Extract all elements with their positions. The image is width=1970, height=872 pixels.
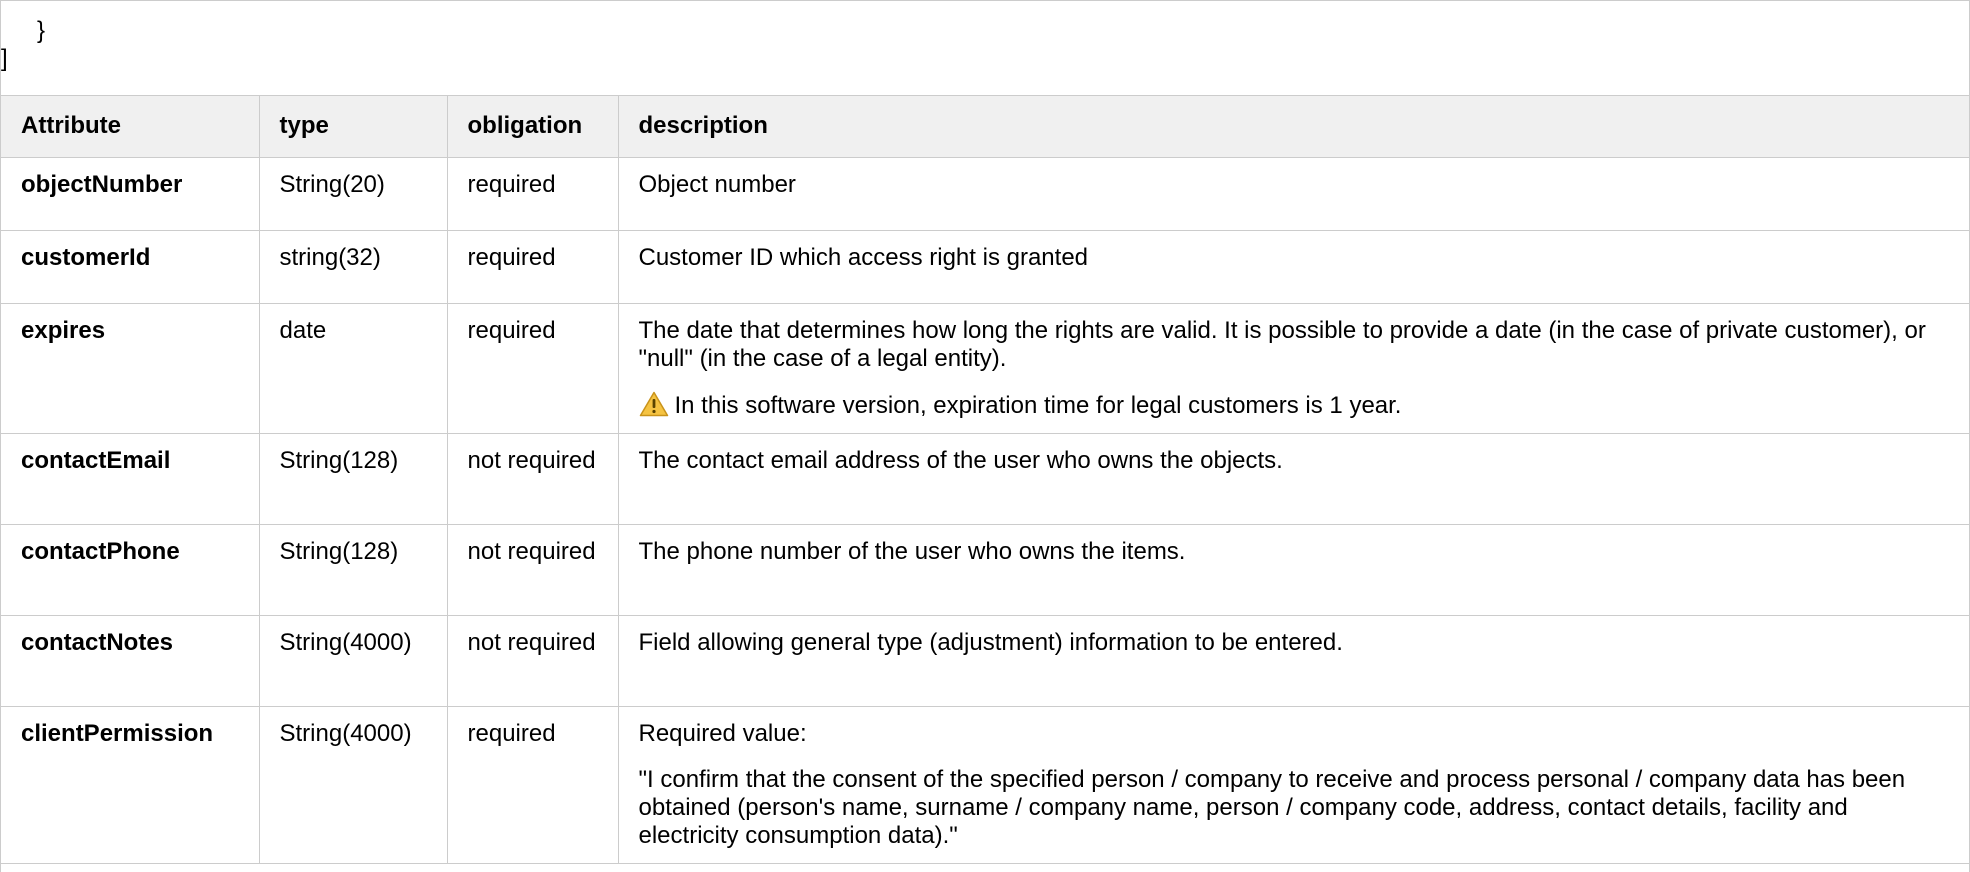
attribute-cell: expires [1, 302, 260, 434]
obligation-cell: not required [446, 432, 619, 525]
code-closing-bracket: ] [1, 45, 8, 72]
obligation-cell: not required [446, 523, 619, 616]
table-row: expires date required The date that dete… [1, 302, 1969, 434]
warning-icon [639, 391, 668, 416]
description-cell: Customer ID which access right is grante… [617, 229, 1969, 304]
description-text: The phone number of the user who owns th… [638, 537, 1186, 565]
header-attribute: Attribute [1, 96, 260, 158]
description-cell: The phone number of the user who owns th… [617, 523, 1969, 616]
header-description: description [617, 96, 1969, 158]
description-text: The contact email address of the user wh… [638, 446, 1283, 474]
type-cell: String(4000) [258, 705, 448, 864]
obligation-cell: required [446, 302, 619, 434]
code-closing-brace: } [37, 17, 46, 44]
attributes-table: Attribute type obligation description ob… [1, 96, 1969, 864]
obligation-cell: not required [446, 614, 619, 707]
table-row: contactNotes String(4000) not required F… [1, 614, 1969, 707]
description-cell: Required value: "I confirm that the cons… [617, 705, 1969, 864]
attribute-cell: objectNumber [1, 156, 260, 231]
warning-text: In this software version, expiration tim… [674, 391, 1402, 419]
code-block-tail: }] [1, 1, 1969, 96]
description-text: Required value: [638, 719, 807, 747]
description-cell: Object number [617, 156, 1969, 231]
type-cell: String(128) [258, 523, 448, 616]
header-type: type [258, 96, 448, 158]
obligation-cell: required [446, 156, 619, 231]
table-row: objectNumber String(20) required Object … [1, 156, 1969, 231]
obligation-cell: required [446, 229, 619, 304]
description-cell: Field allowing general type (adjustment)… [617, 614, 1969, 707]
type-cell: String(128) [258, 432, 448, 525]
attribute-cell: clientPermission [1, 705, 260, 864]
warning-note: In this software version, expiration tim… [639, 391, 1950, 420]
description-cell: The date that determines how long the ri… [617, 302, 1969, 434]
description-text: Object number [638, 170, 796, 198]
document-page: }] Attribute type obligation description… [0, 0, 1970, 872]
obligation-cell: required [446, 705, 619, 864]
header-obligation: obligation [446, 96, 619, 158]
type-cell: String(4000) [258, 614, 448, 707]
attribute-cell: contactPhone [1, 523, 260, 616]
description-text: The date that determines how long the ri… [638, 316, 1926, 372]
attribute-cell: contactNotes [1, 614, 260, 707]
description-text: Field allowing general type (adjustment)… [638, 628, 1343, 656]
type-cell: string(32) [258, 229, 448, 304]
description-cell: The contact email address of the user wh… [617, 432, 1969, 525]
attribute-cell: contactEmail [1, 432, 260, 525]
table-header-row: Attribute type obligation description [1, 96, 1969, 158]
attribute-cell: customerId [1, 229, 260, 304]
table-row: customerId string(32) required Customer … [1, 229, 1969, 304]
type-cell: String(20) [258, 156, 448, 231]
table-row: clientPermission String(4000) required R… [1, 705, 1969, 864]
description-quote: "I confirm that the consent of the speci… [638, 765, 1906, 849]
type-cell: date [258, 302, 448, 434]
table-row: contactEmail String(128) not required Th… [1, 432, 1969, 525]
description-text: Customer ID which access right is grante… [638, 243, 1089, 271]
table-row: contactPhone String(128) not required Th… [1, 523, 1969, 616]
